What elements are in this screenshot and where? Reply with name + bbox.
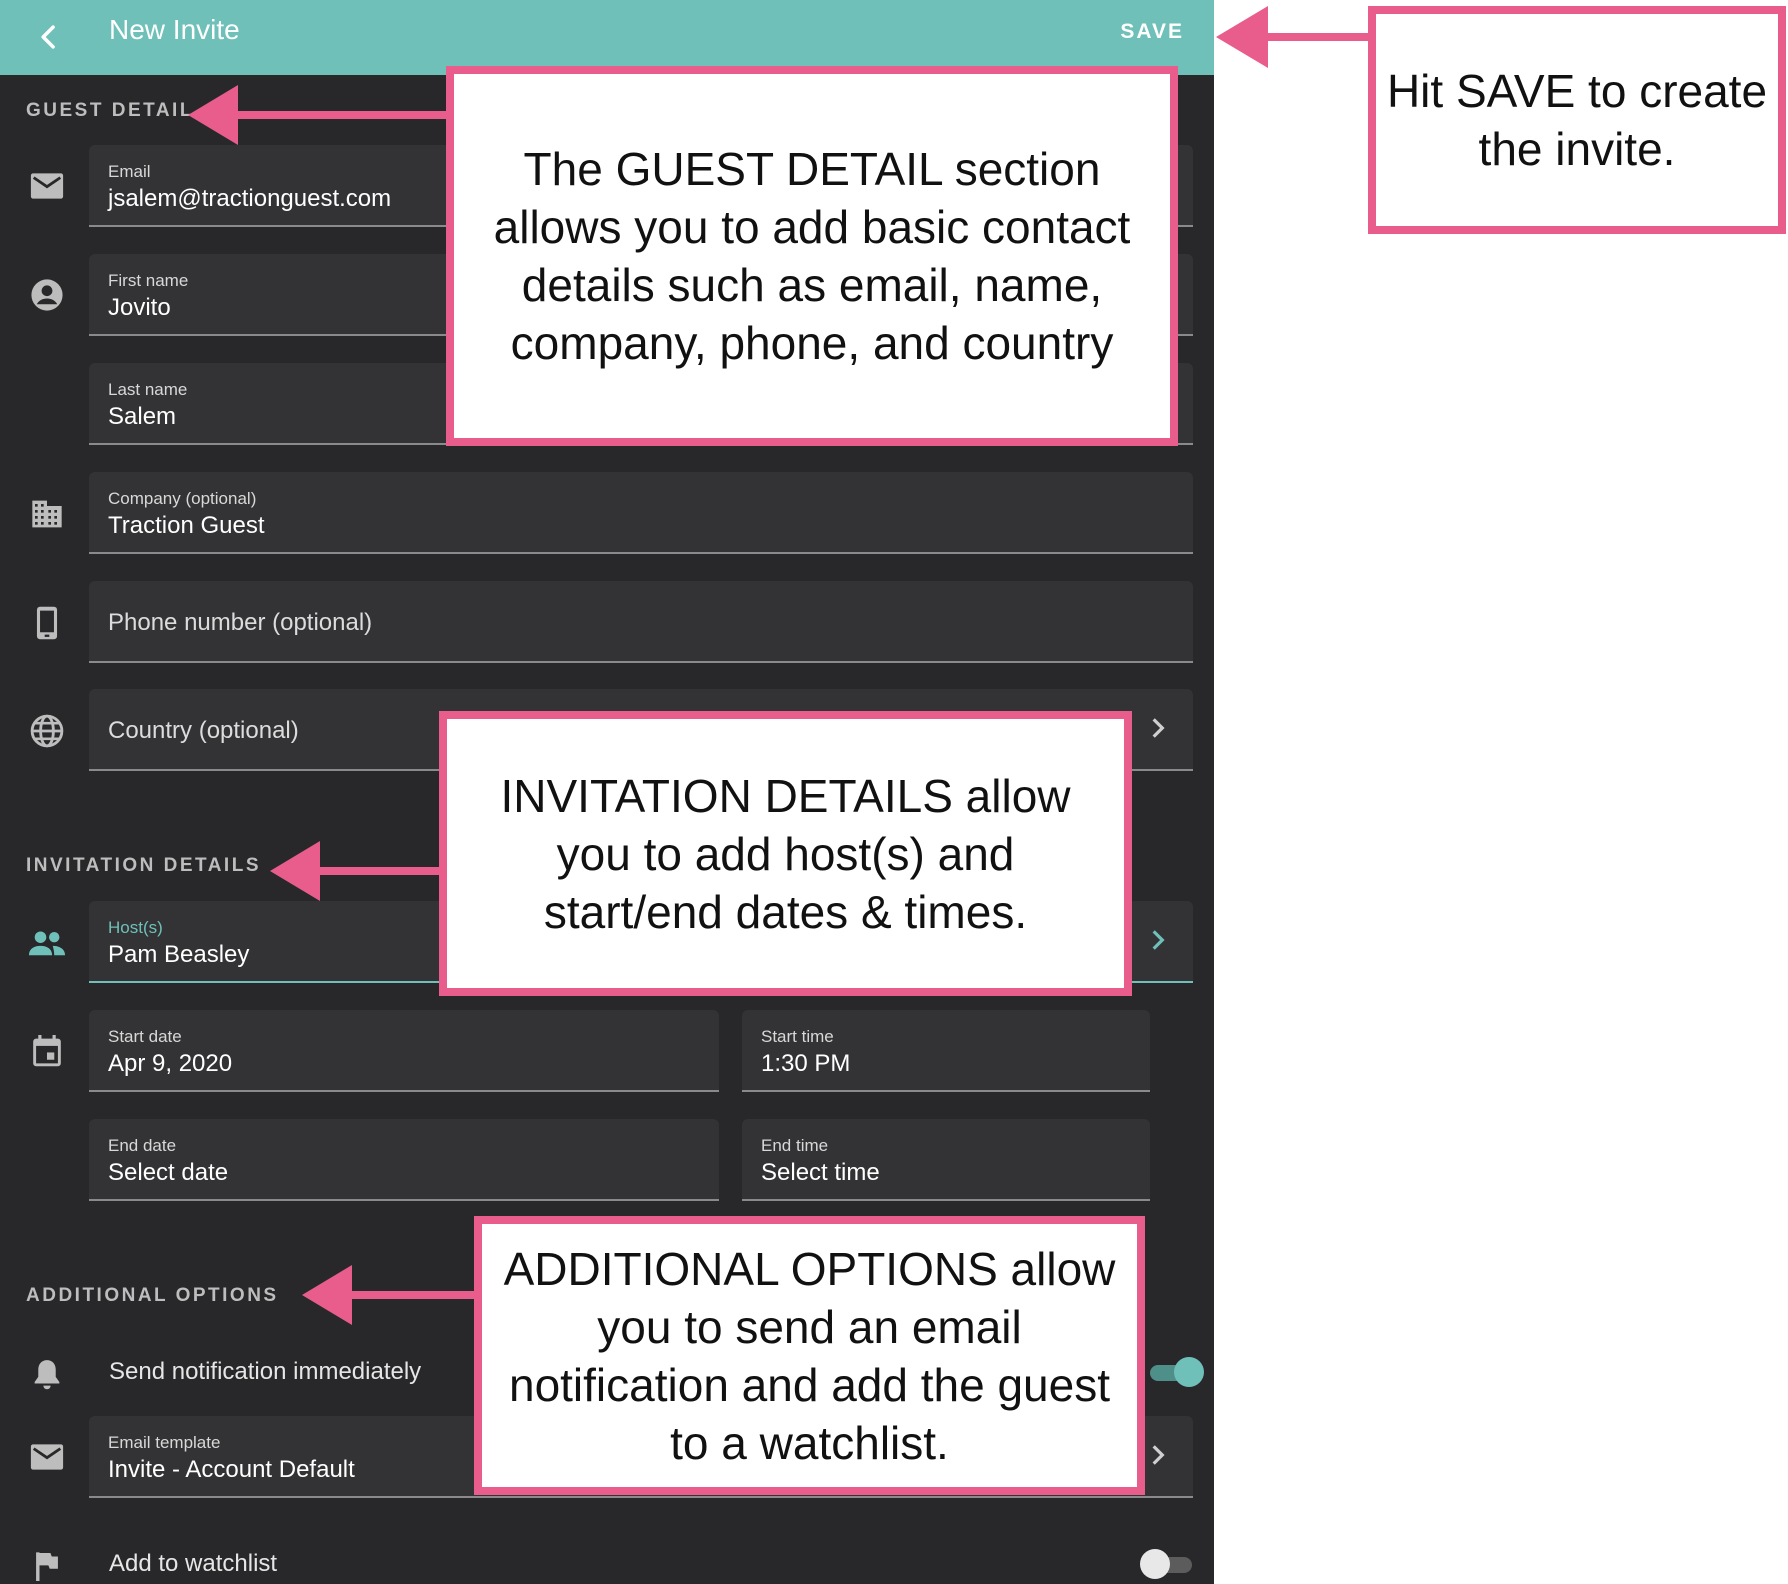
save-callout-text: Hit SAVE to create the invite.	[1386, 65, 1768, 175]
flag-icon	[28, 1547, 66, 1584]
last-name-value: Salem	[108, 403, 177, 430]
calendar-icon	[28, 1032, 66, 1070]
start-date-field[interactable]: Start date Apr 9, 2020	[89, 1010, 719, 1092]
guest-detail-callout: The GUEST DETAIL section allows you to a…	[446, 66, 1178, 446]
chevron-right-icon	[1152, 930, 1165, 950]
globe-icon	[28, 712, 66, 750]
watchlist-toggle[interactable]	[1140, 1549, 1196, 1579]
mail-icon	[28, 167, 66, 205]
save-callout: Hit SAVE to create the invite.	[1368, 6, 1786, 234]
account-circle-icon	[28, 276, 66, 314]
phone-placeholder: Phone number (optional)	[108, 609, 373, 636]
invitation-details-callout-text: INVITATION DETAILS allow you to add host…	[500, 769, 1071, 938]
guest-detail-section-title: GUEST DETAIL	[26, 100, 194, 121]
email-template-value: Invite - Account Default	[108, 1456, 355, 1483]
end-time-field[interactable]: End time Select time	[742, 1119, 1150, 1201]
bell-icon	[28, 1355, 66, 1393]
smartphone-icon	[28, 604, 66, 642]
email-field-label: Email	[108, 162, 151, 181]
hosts-label: Host(s)	[108, 918, 163, 937]
start-date-label: Start date	[108, 1027, 182, 1046]
last-name-label: Last name	[108, 380, 188, 399]
back-arrow-icon	[41, 25, 55, 49]
first-name-value: Jovito	[108, 294, 171, 321]
back-button[interactable]	[24, 12, 74, 62]
people-icon	[28, 924, 66, 962]
start-date-value: Apr 9, 2020	[108, 1050, 233, 1077]
start-time-field[interactable]: Start time 1:30 PM	[742, 1010, 1150, 1092]
save-arrow	[1216, 6, 1374, 68]
email-template-label: Email template	[108, 1433, 221, 1452]
first-name-label: First name	[108, 271, 189, 290]
end-date-label: End date	[108, 1136, 177, 1155]
page-title: New Invite	[109, 14, 240, 45]
chevron-right-icon	[1152, 1445, 1165, 1465]
company-field[interactable]: Company (optional) Traction Guest	[89, 472, 1193, 554]
send-notification-label: Send notification immediately	[109, 1358, 422, 1385]
building-icon	[28, 495, 66, 533]
end-time-label: End time	[761, 1136, 829, 1155]
end-time-value: Select time	[761, 1159, 880, 1186]
watchlist-label: Add to watchlist	[109, 1550, 278, 1577]
start-time-value: 1:30 PM	[761, 1050, 851, 1077]
email-field-value: jsalem@tractionguest.com	[108, 185, 392, 212]
hosts-value: Pam Beasley	[108, 941, 250, 968]
start-time-label: Start time	[761, 1027, 834, 1046]
top-app-bar: New Invite SAVE	[0, 0, 1214, 75]
chevron-right-icon	[1152, 718, 1165, 738]
send-notification-toggle[interactable]	[1146, 1357, 1204, 1387]
invitation-details-callout: INVITATION DETAILS allow you to add host…	[439, 711, 1132, 996]
end-date-field[interactable]: End date Select date	[89, 1119, 719, 1201]
additional-options-section-title: ADDITIONAL OPTIONS	[26, 1285, 279, 1306]
guest-detail-callout-text: The GUEST DETAIL section allows you to a…	[493, 143, 1131, 369]
company-label: Company (optional)	[108, 489, 257, 508]
additional-options-callout: ADDITIONAL OPTIONS allow you to send an …	[474, 1216, 1145, 1495]
mail-icon	[28, 1438, 66, 1476]
phone-field[interactable]: Phone number (optional)	[89, 581, 1193, 663]
end-date-value: Select date	[108, 1159, 229, 1186]
invitation-details-section-title: INVITATION DETAILS	[26, 855, 261, 876]
invitation-details-arrow	[270, 841, 444, 901]
additional-options-callout-text: ADDITIONAL OPTIONS allow you to send an …	[503, 1242, 1116, 1469]
company-value: Traction Guest	[108, 512, 265, 539]
country-placeholder: Country (optional)	[108, 717, 299, 744]
guest-detail-arrow	[188, 85, 450, 145]
additional-options-arrow	[302, 1265, 478, 1325]
save-button[interactable]: SAVE	[1120, 20, 1184, 44]
